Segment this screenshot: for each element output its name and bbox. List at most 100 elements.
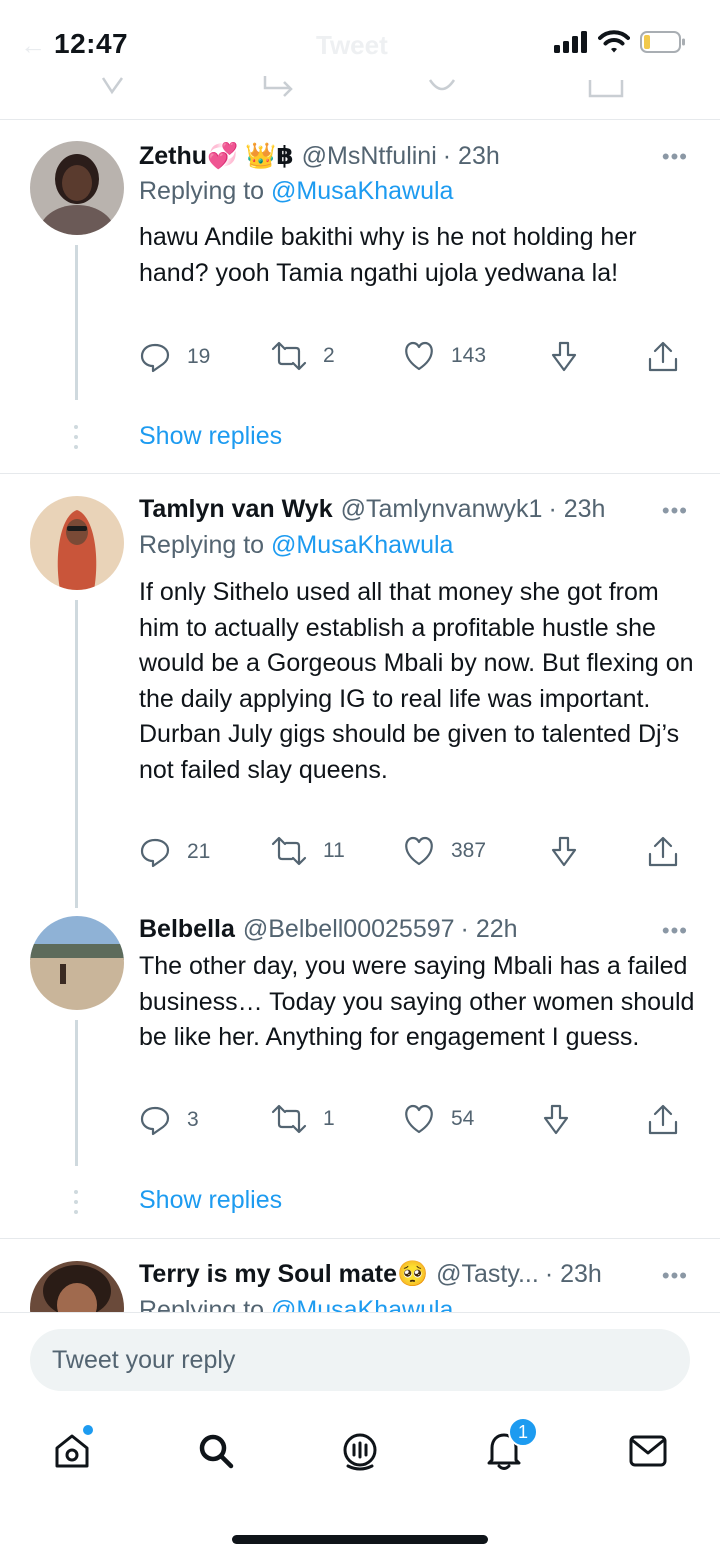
bookmark-button[interactable] [549,341,579,373]
show-replies-link[interactable]: Show replies [139,1186,282,1215]
reply-tweet[interactable]: Zethu💞 👑฿ @MsNtfulini · 23h ••• Replying… [0,120,720,474]
page-title: Tweet [316,30,388,60]
like-button[interactable]: 387 [403,836,486,866]
reply-button[interactable]: 19 [139,341,210,373]
home-indicator[interactable] [232,1535,488,1544]
messages-icon [629,1435,667,1467]
share-icon [588,80,624,98]
heart-icon [405,836,433,866]
replying-prefix: Replying to [139,531,265,559]
avatar[interactable] [30,141,124,235]
avatar[interactable] [30,1261,124,1312]
tweet-header: Belbella @Belbell00025597 · 22h [139,915,518,944]
mention-link[interactable]: @MusaKhawula [271,177,453,205]
status-time: 12:47 [54,28,129,59]
username[interactable]: @MsNtfulini [302,142,437,171]
like-button[interactable]: 54 [403,1104,474,1134]
action-bar: 19 2 143 [139,341,684,375]
retweet-count: 2 [323,344,335,367]
more-options-icon[interactable]: ••• [662,144,688,170]
timestamp: · 22h [460,915,518,943]
like-button[interactable]: 143 [403,341,486,371]
mention-link[interactable]: @MusaKhawula [271,1296,453,1312]
like-count: 54 [451,1107,475,1130]
share-icon [648,1104,678,1135]
reply-button[interactable]: 3 [139,1104,199,1136]
thread-line [75,600,78,908]
reply-icon [140,1106,170,1136]
timestamp: · 23h [548,495,606,523]
share-button[interactable] [647,836,679,868]
download-arrow-icon [551,836,577,867]
like-count: 143 [451,344,487,367]
heart-icon [405,341,433,371]
username[interactable]: @Belbell00025597 [243,915,455,944]
tweet-text: If only Sithelo used all that money she … [139,578,694,784]
reply-count: 21 [187,840,211,863]
thread-dots [74,425,78,449]
replying-to: Replying to @MusaKhawula [139,1296,453,1312]
reply-button[interactable]: 21 [139,836,210,868]
tweet-text: The other day, you were saying Mbali has… [139,952,695,1051]
new-content-dot [83,1425,93,1435]
replying-prefix: Replying to [139,177,265,205]
reply-icon [101,77,124,95]
more-options-icon[interactable]: ••• [662,1263,688,1289]
action-bar: 3 1 54 [139,1104,684,1138]
show-replies-link[interactable]: Show replies [139,422,282,451]
retweet-icon [263,76,293,97]
more-options-icon[interactable]: ••• [662,918,688,944]
tweet-header: Zethu💞 👑฿ @MsNtfulini · 23h [139,141,500,171]
thread-line [75,245,78,400]
share-button[interactable] [647,1104,679,1136]
reply-tweet[interactable]: Tamlyn van Wyk @Tamlynvanwyk1 · 23h ••• … [0,474,720,908]
like-count: 387 [451,839,487,862]
spaces-icon [343,1433,377,1471]
avatar[interactable] [30,496,124,590]
display-name[interactable]: Zethu💞 👑฿ [139,141,294,171]
reply-count: 19 [187,345,211,368]
reply-icon [140,343,170,373]
reply-composer[interactable]: Tweet your reply [30,1329,690,1391]
bookmark-button[interactable] [549,836,579,868]
tweet-header: Terry is my Soul mate🥺 @Tasty... · 23h [139,1260,602,1289]
reply-placeholder[interactable]: Tweet your reply [52,1346,235,1375]
reply-tweet[interactable]: Belbella @Belbell00025597 · 22h ••• The … [0,894,720,1238]
reply-count: 3 [187,1108,199,1131]
action-bar: 21 11 387 [139,836,684,870]
tab-home[interactable] [46,1425,98,1477]
thread-line [75,1020,78,1166]
bottom-bar: Tweet your reply 1 [0,1312,720,1558]
more-options-icon[interactable]: ••• [662,498,688,524]
back-arrow-icon[interactable]: ← [20,30,46,61]
tweet-text: hawu Andile bakithi why is he not holdin… [139,223,637,287]
tab-notifications[interactable]: 1 [478,1417,538,1477]
search-icon [199,1434,234,1469]
tab-search[interactable] [190,1425,242,1477]
download-arrow-icon [543,1104,569,1135]
avatar[interactable] [30,916,124,1010]
share-button[interactable] [647,341,679,373]
reply-tweet[interactable]: Terry is my Soul mate🥺 @Tasty... · 23h •… [0,1239,720,1312]
retweet-count: 11 [323,839,345,862]
display-name[interactable]: Terry is my Soul mate🥺 [139,1260,428,1289]
username[interactable]: @Tamlynvanwyk1 [341,495,543,524]
tab-spaces[interactable] [334,1425,386,1477]
bookmark-button[interactable] [541,1104,571,1136]
retweet-button[interactable]: 2 [271,341,335,371]
username[interactable]: @Tasty... [436,1260,539,1289]
share-icon [648,836,678,867]
reply-icon [140,838,170,868]
tab-messages[interactable] [622,1425,674,1477]
status-icons [554,30,686,54]
retweet-button[interactable]: 1 [271,1104,335,1134]
retweet-count: 1 [323,1107,335,1130]
download-arrow-icon [551,341,577,372]
wifi-icon [598,30,630,53]
notification-badge: 1 [508,1417,538,1447]
display-name[interactable]: Belbella [139,915,235,944]
timestamp: · 23h [544,1260,602,1288]
retweet-button[interactable]: 11 [271,836,345,866]
mention-link[interactable]: @MusaKhawula [271,531,453,559]
display-name[interactable]: Tamlyn van Wyk [139,495,333,524]
